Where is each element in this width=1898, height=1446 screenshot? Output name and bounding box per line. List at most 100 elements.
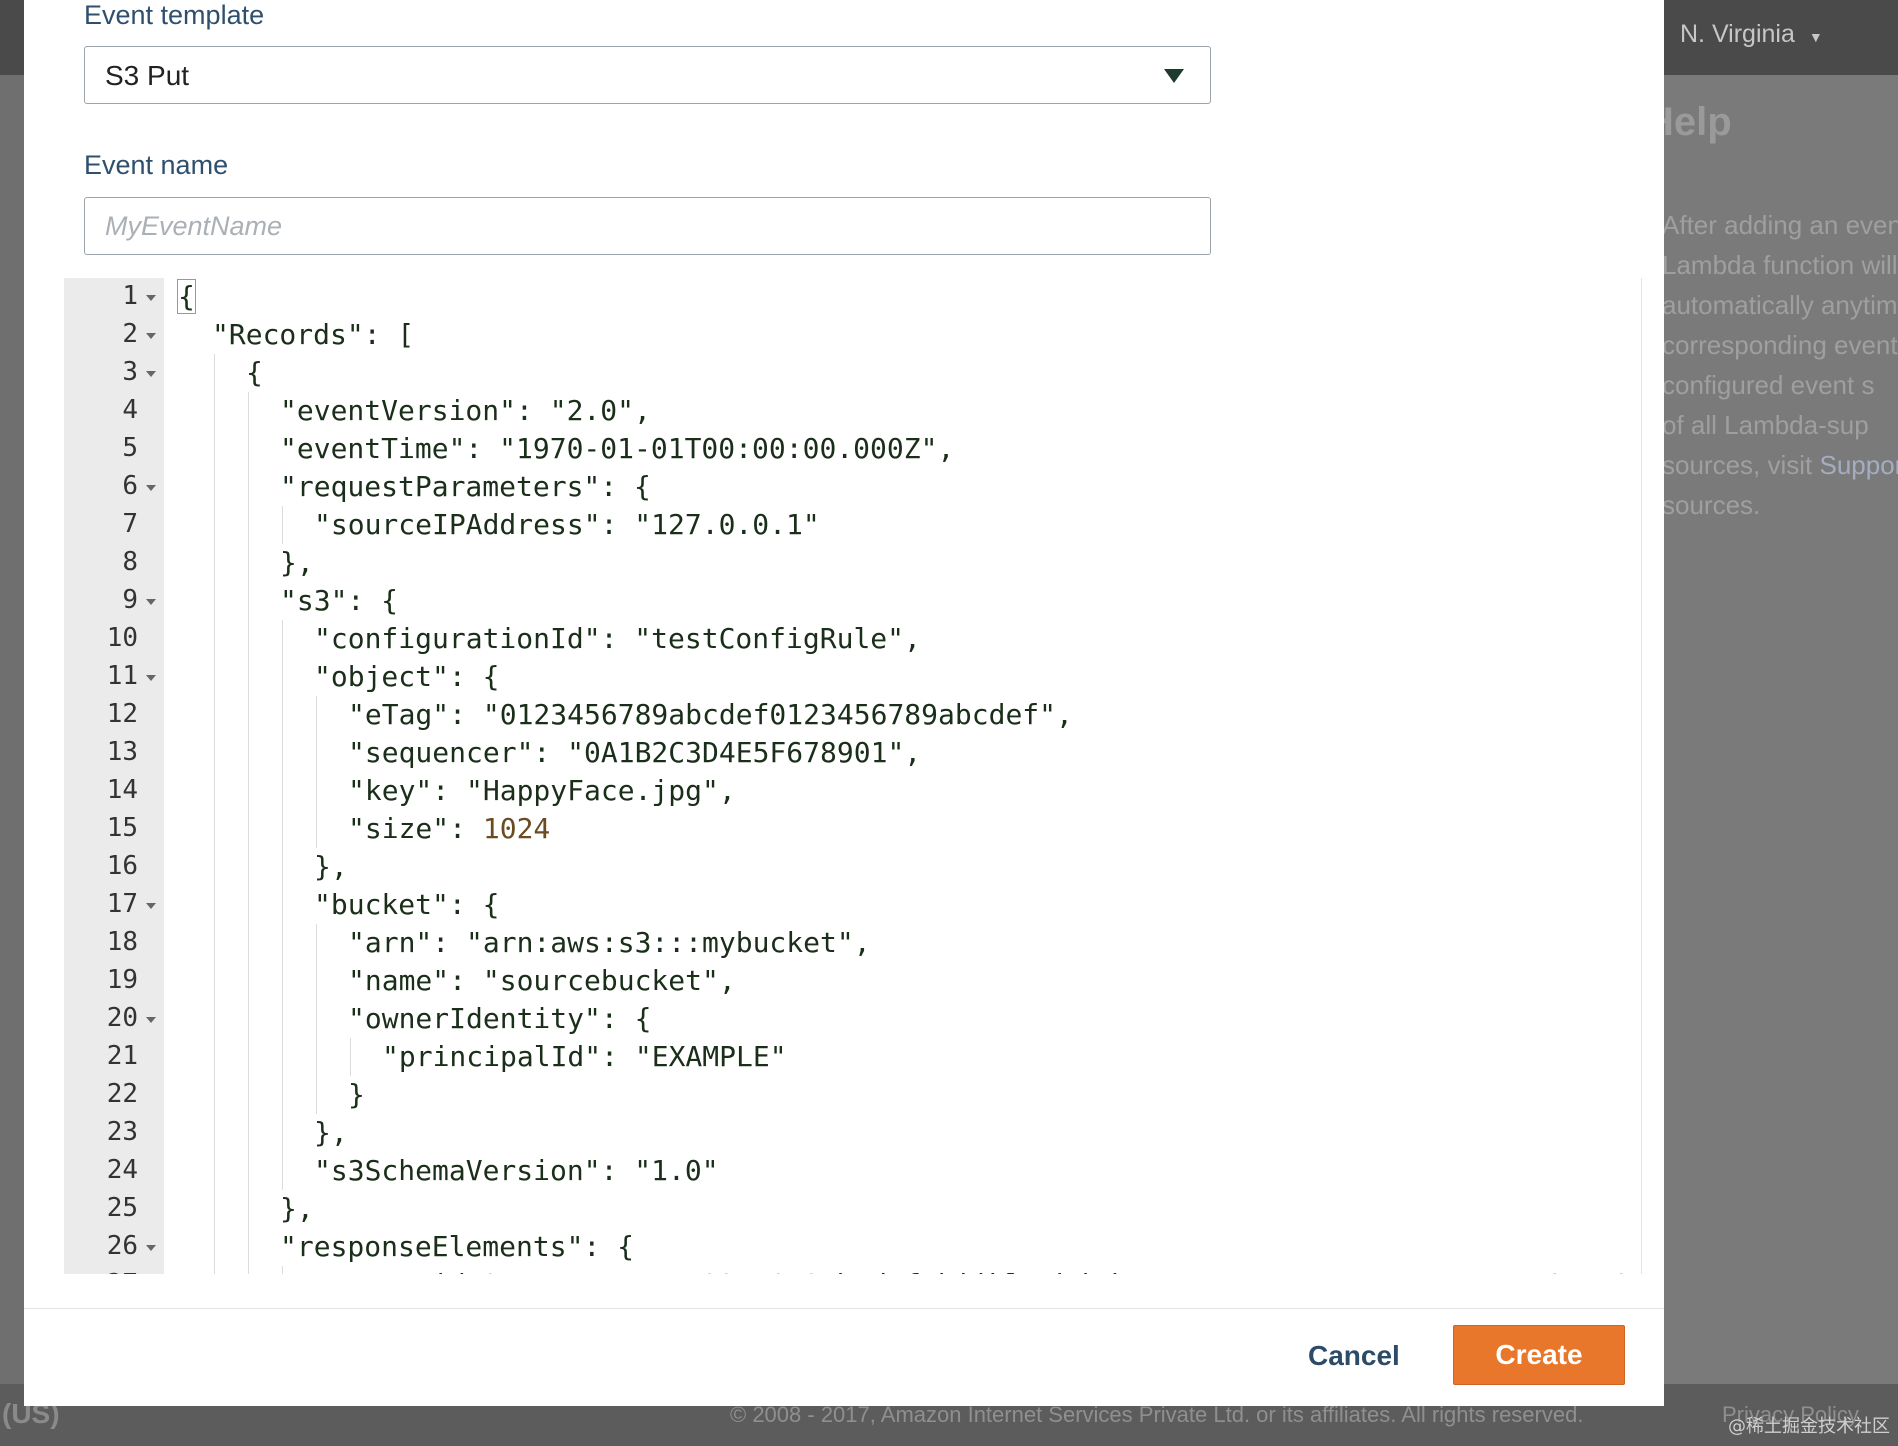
fold-toggle-icon[interactable] — [146, 1017, 156, 1023]
code-line: "bucket": { — [164, 886, 1634, 924]
help-text-line: After adding an event — [1662, 210, 1898, 240]
line-number: 13 — [106, 737, 138, 767]
indent-guide — [248, 848, 249, 886]
indent-guide — [316, 734, 317, 772]
cancel-button[interactable]: Cancel — [1298, 1334, 1410, 1378]
indent-guide — [248, 696, 249, 734]
indent-guide — [248, 886, 249, 924]
event-name-label: Event name — [84, 150, 229, 180]
fold-toggle-icon[interactable] — [146, 485, 156, 491]
code-line: "Records": [ — [212, 318, 415, 351]
help-text-line: sources. — [1662, 490, 1761, 520]
indent-guide — [214, 1000, 215, 1038]
indent-guide — [316, 696, 317, 734]
line-number: 9 — [64, 582, 164, 620]
code-line: "configurationId": "testConfigRule", — [164, 620, 1634, 658]
indent-guide — [248, 924, 249, 962]
help-text-line: corresponding event i — [1662, 330, 1898, 360]
code-area[interactable]: {"Records": [{"eventVersion": "2.0", "eve… — [164, 278, 1644, 1274]
line-number: 7 — [122, 509, 138, 539]
indent-guide — [214, 1228, 215, 1266]
fold-toggle-icon[interactable] — [146, 599, 156, 605]
print-margin — [1641, 278, 1642, 1274]
indent-guide — [248, 962, 249, 1000]
line-number: 12 — [106, 699, 138, 729]
watermark: @稀土掘金技术社区 — [1728, 1416, 1890, 1437]
configure-test-event-modal: Event template S3 Put Event name 1234567… — [24, 0, 1664, 1406]
indent-guide — [214, 354, 215, 392]
event-template-value: S3 Put — [105, 60, 190, 91]
help-text-line: automatically anytime — [1662, 290, 1898, 320]
line-number: 17 — [64, 886, 164, 924]
code-line: "s3SchemaVersion": "1.0" — [164, 1152, 1634, 1190]
indent-guide — [316, 1000, 317, 1038]
indent-guide — [248, 1038, 249, 1076]
code-line: "eventTime": "1970-01-01T00:00:00.000Z", — [164, 430, 1634, 468]
indent-guide — [282, 1000, 283, 1038]
indent-guide — [214, 430, 215, 468]
indent-guide — [282, 506, 283, 544]
indent-guide — [248, 544, 249, 582]
line-number: 19 — [106, 965, 138, 995]
indent-guide — [214, 772, 215, 810]
indent-guide — [248, 658, 249, 696]
code-line: "requestParameters": { — [164, 468, 1634, 506]
code-line: "object": { — [164, 658, 1634, 696]
fold-toggle-icon[interactable] — [146, 371, 156, 377]
indent-guide — [282, 696, 283, 734]
indent-guide — [248, 1228, 249, 1266]
line-number: 6 — [64, 468, 164, 506]
indent-guide — [214, 696, 215, 734]
indent-guide — [248, 430, 249, 468]
code-line: "eventVersion": "2.0", — [164, 392, 1634, 430]
code-line: "key": "HappyFace.jpg", — [164, 772, 1634, 810]
indent-guide — [248, 468, 249, 506]
fold-toggle-icon[interactable] — [146, 333, 156, 339]
event-name-input[interactable] — [84, 197, 1211, 255]
line-number: 2 — [64, 316, 164, 354]
fold-toggle-icon[interactable] — [146, 1245, 156, 1251]
code-line: "s3": { — [164, 582, 1634, 620]
code-line: { — [177, 279, 196, 314]
indent-guide — [316, 772, 317, 810]
fold-toggle-icon[interactable] — [146, 675, 156, 681]
indent-guide — [316, 810, 317, 848]
indent-guide — [214, 1114, 215, 1152]
fold-toggle-icon[interactable] — [146, 295, 156, 301]
event-template-select[interactable]: S3 Put — [84, 46, 1211, 104]
json-code-editor[interactable]: 1 2 3 4 5 6 7 8 9 10 11 12 13 14 15 16 17 18 19 20 21 22 23 24 2… — [64, 278, 1644, 1274]
indent-guide — [214, 1038, 215, 1076]
indent-guide — [282, 1152, 283, 1190]
line-number: 23 — [106, 1117, 138, 1147]
indent-guide — [248, 1114, 249, 1152]
indent-guide — [214, 810, 215, 848]
chevron-down-icon: ▼ — [1808, 29, 1823, 45]
indent-guide — [282, 1114, 283, 1152]
help-link-supported[interactable]: Supported — [1820, 450, 1898, 480]
indent-guide — [214, 848, 215, 886]
indent-guide — [214, 734, 215, 772]
indent-guide — [214, 1152, 215, 1190]
create-button[interactable]: Create — [1453, 1325, 1625, 1385]
indent-guide — [214, 1266, 215, 1274]
line-number: 10 — [106, 623, 138, 653]
indent-guide — [248, 1000, 249, 1038]
fold-toggle-icon[interactable] — [146, 903, 156, 909]
indent-guide — [248, 1190, 249, 1228]
indent-guide — [214, 582, 215, 620]
line-number: 26 — [64, 1228, 164, 1266]
region-selector[interactable]: N. Virginia ▼ — [1680, 20, 1823, 49]
indent-guide — [214, 962, 215, 1000]
code-line: }, — [164, 1114, 1634, 1152]
code-line: "eTag": "0123456789abcdef0123456789abcde… — [164, 696, 1634, 734]
help-text-line: of all Lambda-sup — [1662, 410, 1869, 440]
indent-guide — [282, 620, 283, 658]
region-label: N. Virginia — [1680, 20, 1795, 48]
line-number: 22 — [106, 1079, 138, 1109]
indent-guide — [214, 1190, 215, 1228]
code-line: "size": 1024 — [164, 810, 1634, 848]
dropdown-arrow-icon — [1164, 69, 1184, 83]
indent-guide — [350, 1038, 351, 1076]
line-number: 21 — [106, 1041, 138, 1071]
code-line: "responseElements": { — [164, 1228, 1634, 1266]
